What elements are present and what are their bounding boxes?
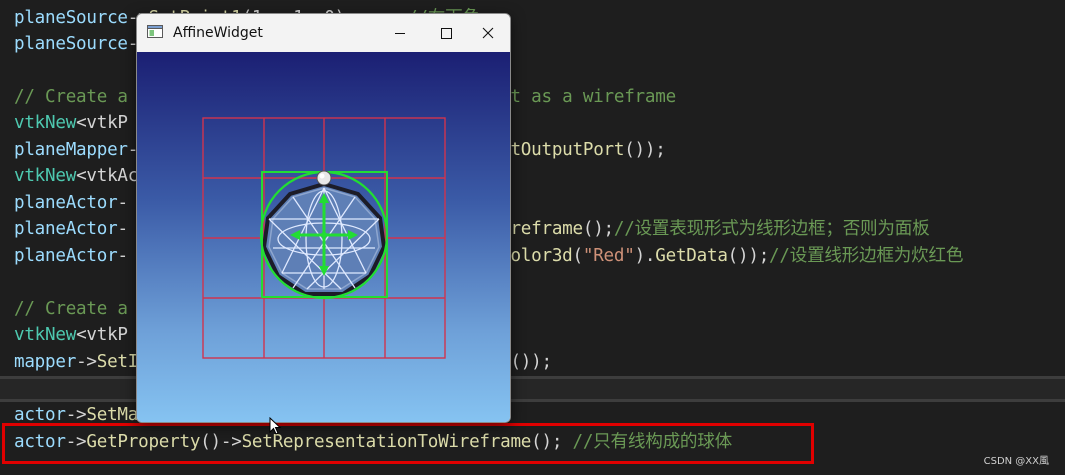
- code-line[interactable]: vtkNew<vtkAc: [14, 163, 138, 189]
- code-line[interactable]: // Create a: [14, 296, 128, 322]
- code-line[interactable]: vtkNew<vtkP: [14, 322, 128, 348]
- code-line[interactable]: planeActor-: [14, 190, 128, 216]
- code-token: <vtkP: [76, 113, 128, 133]
- code-token: vtkNew: [14, 113, 77, 133]
- minimize-button[interactable]: [377, 14, 423, 52]
- code-token: vtkNew: [14, 166, 77, 186]
- window-title-bar[interactable]: AffineWidget: [137, 14, 510, 52]
- code-token: ).: [634, 246, 656, 266]
- code-token: "Red": [582, 246, 635, 266]
- scene-render: [202, 117, 446, 359]
- code-token: planeSource: [14, 34, 128, 54]
- code-line[interactable]: vtkNew<vtkP: [14, 110, 128, 136]
- code-token: SetI: [96, 352, 139, 372]
- code-token: planeSource: [14, 8, 128, 28]
- render-viewport[interactable]: [137, 52, 510, 422]
- code-token: etOutputPort: [500, 140, 625, 160]
- close-icon: [482, 27, 494, 39]
- code-token: ());: [727, 246, 770, 266]
- code-token: ());: [510, 352, 552, 372]
- rotate-handle: [316, 170, 332, 186]
- code-token: <vtkAc: [76, 166, 139, 186]
- code-token: actor: [14, 405, 66, 425]
- code-token: ());: [624, 140, 666, 160]
- code-line[interactable]: planeSource->: [14, 31, 149, 57]
- code-token: mapper: [14, 352, 77, 372]
- code-token: ();: [582, 219, 614, 239]
- close-button[interactable]: [465, 14, 510, 52]
- code-token: (: [572, 246, 584, 266]
- affine-widget-window[interactable]: AffineWidget: [136, 13, 511, 423]
- code-token: // Create a: [14, 299, 128, 319]
- window-title: AffineWidget: [173, 25, 263, 41]
- code-token: //设置线形边框为炊红色: [769, 246, 964, 266]
- mouse-pointer-icon: [269, 417, 282, 435]
- code-token: //设置表现形式为线形边框；否则为面板: [613, 219, 930, 239]
- code-token: ->: [76, 352, 97, 372]
- code-token: planeActor: [14, 246, 118, 266]
- code-token: <vtkP: [76, 325, 128, 345]
- minimize-icon: [395, 33, 405, 34]
- screen: planeSource->SetPoint1(1, -1, 0); //右下角p…: [0, 0, 1065, 475]
- code-token: vtkNew: [14, 325, 77, 345]
- code-token: planeMapper: [14, 140, 128, 160]
- highlight-annotation-box: [2, 423, 814, 464]
- code-token: ->: [65, 405, 87, 425]
- code-token: -: [117, 193, 128, 213]
- code-token: SetMa: [86, 405, 139, 425]
- code-token: planeActor: [14, 219, 118, 239]
- maximize-icon: [441, 28, 452, 39]
- window-app-icon: [147, 25, 163, 38]
- code-token: GetData: [655, 246, 728, 266]
- watermark: CSDN @XX風: [983, 456, 1049, 467]
- code-token: planeActor: [14, 193, 118, 213]
- maximize-button[interactable]: [423, 14, 469, 52]
